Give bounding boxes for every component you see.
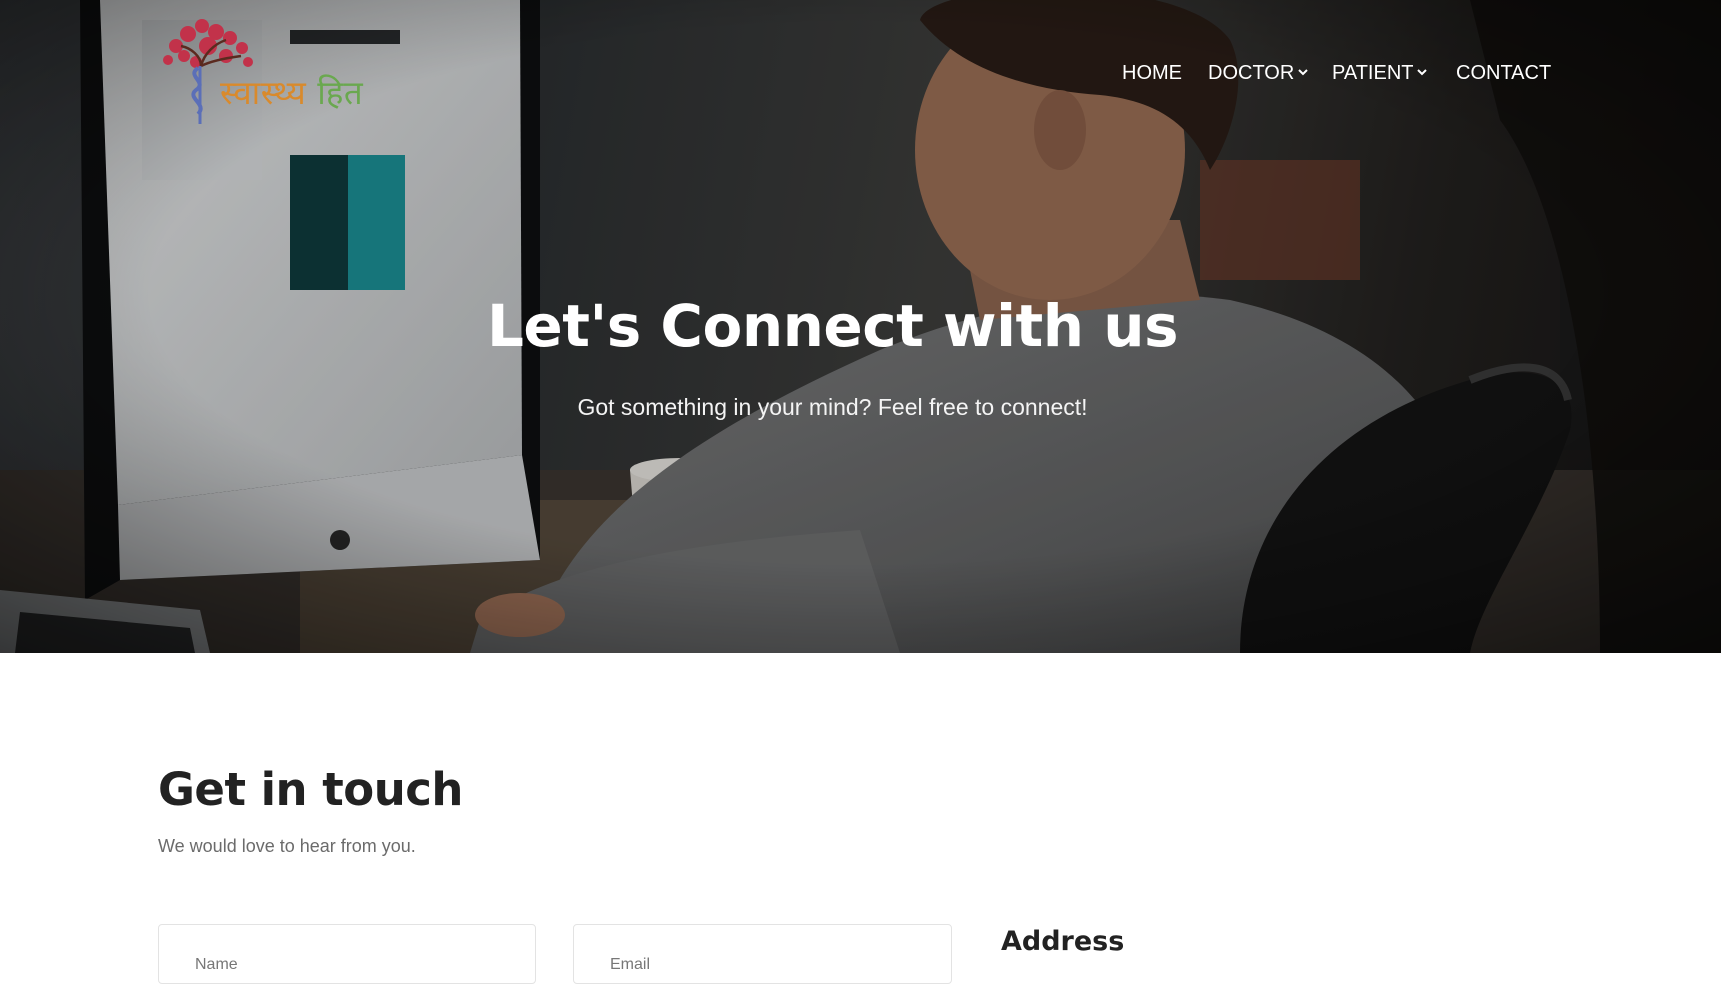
nav-doctor[interactable]: DOCTOR	[1208, 62, 1309, 85]
nav-patient-label: PATIENT	[1332, 62, 1414, 84]
hero-subtitle: Got something in your mind? Feel free to…	[577, 394, 1088, 420]
email-input[interactable]	[574, 925, 951, 983]
nav-home[interactable]: HOME	[1122, 62, 1182, 85]
main-nav: HOME DOCTOR PATIENT CONTACT	[0, 62, 1721, 92]
chevron-down-icon	[1417, 68, 1428, 75]
hero-banner: स्वास्थ्य हित HOME DOCTOR PATIENT CONTAC…	[0, 0, 1721, 653]
nav-home-label: HOME	[1122, 62, 1182, 84]
address-heading: Address	[1001, 926, 1125, 957]
nav-contact-label: CONTACT	[1456, 62, 1552, 84]
hero-title: Let's Connect with us	[486, 292, 1179, 360]
nav-patient[interactable]: PATIENT	[1332, 62, 1428, 85]
contact-title: Get in touch	[158, 763, 463, 816]
email-field[interactable]	[573, 924, 952, 984]
contact-subtitle: We would love to hear from you.	[158, 836, 416, 856]
nav-contact[interactable]: CONTACT	[1456, 62, 1551, 85]
chevron-down-icon	[1298, 68, 1309, 75]
name-input[interactable]	[159, 925, 535, 983]
nav-doctor-label: DOCTOR	[1208, 62, 1295, 84]
name-field[interactable]	[158, 924, 536, 984]
